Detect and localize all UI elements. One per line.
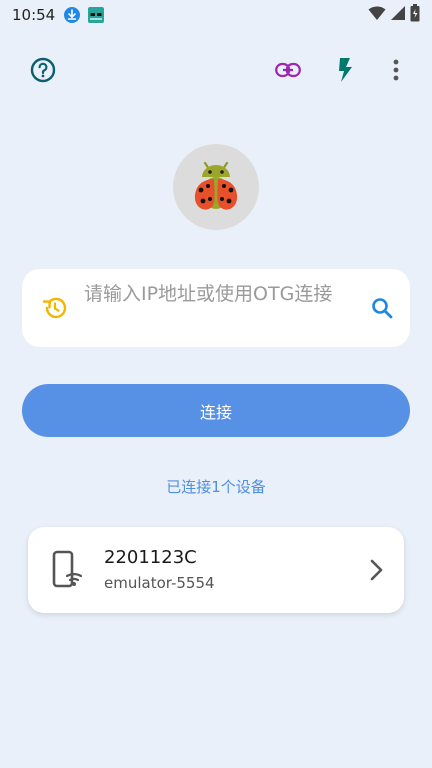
connect-button[interactable]: 连接 bbox=[22, 384, 410, 437]
ladybug-android-icon bbox=[194, 161, 238, 210]
help-button[interactable] bbox=[25, 54, 61, 90]
ip-address-input[interactable] bbox=[84, 282, 362, 334]
history-icon[interactable] bbox=[42, 295, 68, 321]
download-icon bbox=[63, 6, 81, 24]
wifi-icon bbox=[368, 5, 386, 25]
phone-wifi-icon bbox=[50, 550, 86, 590]
chevron-right-icon bbox=[364, 558, 388, 582]
status-time: 10:54 bbox=[12, 6, 56, 24]
device-info: 2201123C emulator-5554 bbox=[104, 546, 364, 594]
flash-button[interactable] bbox=[327, 54, 363, 90]
link-button[interactable] bbox=[270, 54, 306, 90]
status-bar: 10:54 bbox=[0, 0, 432, 30]
connected-devices-label[interactable]: 已连接1个设备 bbox=[0, 476, 432, 497]
search-icon[interactable] bbox=[370, 296, 394, 320]
more-vert-icon bbox=[393, 59, 399, 85]
app-notification-icon bbox=[87, 6, 105, 24]
signal-icon bbox=[390, 5, 406, 25]
device-serial: emulator-5554 bbox=[104, 574, 215, 592]
app-logo bbox=[173, 144, 259, 230]
device-card[interactable]: 2201123C emulator-5554 bbox=[28, 527, 404, 613]
status-right-icons bbox=[368, 4, 420, 26]
battery-icon bbox=[410, 4, 420, 26]
search-box bbox=[22, 269, 410, 347]
more-button[interactable] bbox=[378, 54, 414, 90]
help-icon bbox=[30, 57, 56, 87]
flash-icon bbox=[337, 57, 353, 87]
toolbar bbox=[0, 52, 432, 92]
link-icon bbox=[275, 62, 301, 82]
device-name: 2201123C bbox=[104, 547, 197, 568]
